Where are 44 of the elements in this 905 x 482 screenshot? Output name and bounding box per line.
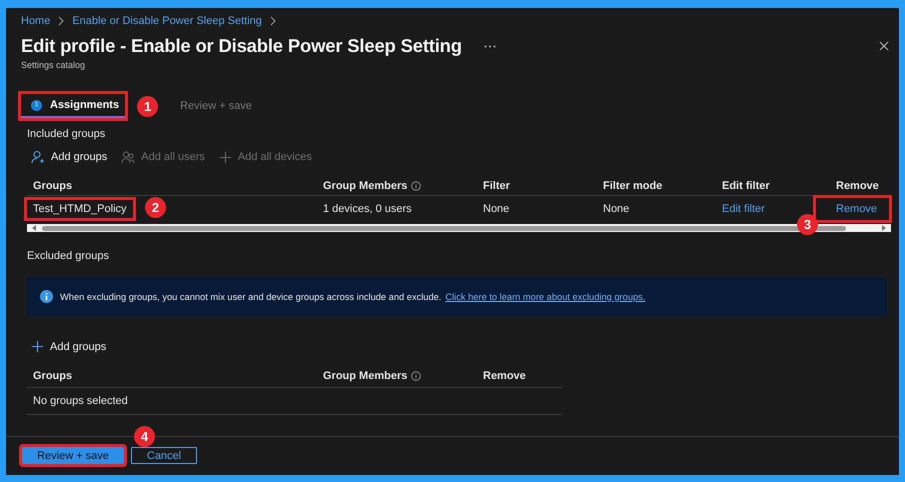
breadcrumb-link[interactable]: Home — [21, 15, 50, 27]
column-header: Filter — [482, 180, 511, 192]
plus-icon — [31, 340, 44, 353]
remove-link[interactable]: Remove — [816, 198, 889, 220]
banner-text: When excluding groups, you cannot mix user and device groups across include and exclude. — [60, 292, 442, 302]
page-title: Edit profile - Enable or Disable Power Sleep Setting — [21, 35, 462, 57]
callout-badge: 3 — [797, 214, 818, 235]
review-save-button[interactable]: Review + save — [22, 447, 124, 464]
column-header: Groups — [32, 180, 74, 192]
column-header: Edit filter — [721, 180, 771, 192]
more-options-icon[interactable] — [484, 44, 496, 48]
chevron-right-icon — [58, 16, 64, 26]
column-header: Remove — [835, 180, 880, 192]
section-heading: Included groups — [27, 128, 106, 140]
table-cell-text: None — [602, 202, 630, 217]
people-icon — [121, 150, 136, 164]
scroll-left-icon[interactable] — [30, 224, 38, 232]
table-cell-text: None — [482, 202, 510, 217]
close-icon[interactable] — [879, 41, 889, 51]
section-heading: Excluded groups — [27, 250, 110, 262]
learn-more-link[interactable]: Click here to learn more about excluding groups. — [445, 292, 646, 302]
add-person-icon — [31, 150, 45, 164]
chevron-right-icon — [270, 16, 276, 26]
edit-filter-link[interactable]: Edit filter — [716, 200, 771, 218]
empty-message: No groups selected — [32, 394, 129, 409]
column-header: Group Members — [317, 370, 477, 382]
cancel-button[interactable]: Cancel — [131, 447, 197, 464]
column-header: Group Members — [317, 180, 477, 192]
table-cell: Test_HTMD_Policy — [27, 200, 133, 218]
callout-badge: 4 — [134, 426, 155, 447]
info-icon — [40, 290, 53, 303]
column-header: Remove — [482, 370, 527, 382]
callout-badge: 1 — [137, 96, 158, 116]
toolbar-button[interactable]: Add groups — [31, 340, 106, 353]
column-header: Filter mode — [602, 180, 664, 192]
wizard-step-tab[interactable]: Review + save — [170, 95, 258, 117]
page-subtitle: Settings catalog — [21, 60, 86, 70]
scroll-right-icon[interactable] — [880, 224, 888, 232]
callout-badge: 2 — [145, 197, 166, 218]
plus-icon — [218, 150, 232, 164]
breadcrumb-link[interactable]: Enable or Disable Power Sleep Setting — [72, 15, 262, 27]
toolbar-button[interactable]: Add groups — [31, 150, 108, 164]
table-cell-text: 1 devices, 0 users — [322, 202, 413, 217]
column-header: Groups — [32, 370, 74, 382]
